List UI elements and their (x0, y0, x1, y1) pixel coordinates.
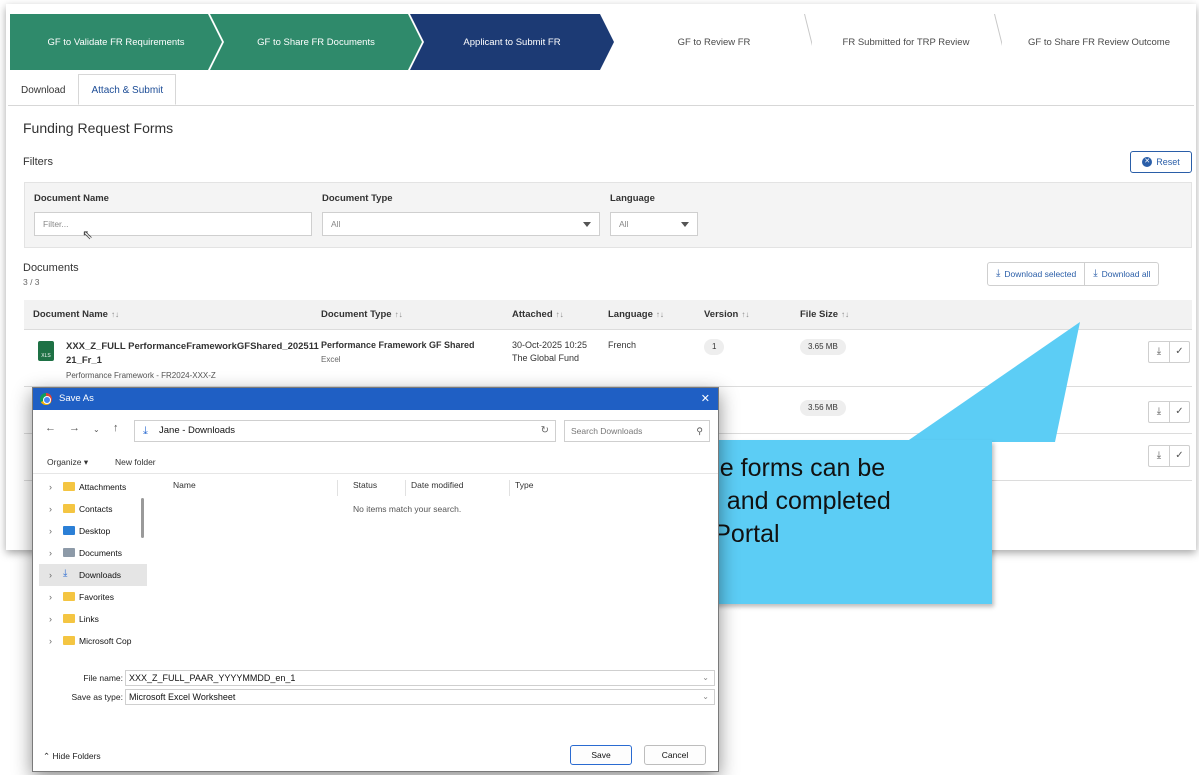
file-name-label: File name: (83, 673, 123, 683)
folder-item-links[interactable]: › Links (39, 608, 147, 630)
file-name-input[interactable]: XXX_Z_FULL_PAAR_YYYYMMDD_en_1 ⌄ (125, 670, 715, 686)
column-divider (337, 480, 338, 496)
back-arrow-icon[interactable]: ← (45, 422, 56, 434)
save-as-dialog: Save As ✕ ← → ⌄ ↑ ⤓ Jane - Downloads ↻ S… (32, 387, 719, 772)
column-name[interactable]: Name (173, 480, 196, 490)
recent-locations-icon[interactable]: ⌄ (93, 425, 100, 434)
folder-label: Microsoft Cop (79, 636, 132, 646)
file-name-value: XXX_Z_FULL_PAAR_YYYYMMDD_en_1 (129, 673, 296, 683)
documents-icon (63, 548, 75, 557)
forward-arrow-icon[interactable]: → (69, 422, 80, 434)
folder-item-desktop[interactable]: › Desktop (39, 520, 147, 542)
dialog-titlebar[interactable]: Save As ✕ (33, 388, 718, 410)
chevron-right-icon: › (49, 548, 52, 558)
save-type-label: Save as type: (71, 692, 123, 702)
column-divider (405, 480, 406, 496)
hide-folders-label: Hide Folders (52, 751, 101, 761)
folder-scrollbar[interactable] (141, 498, 144, 538)
dialog-title: Save As (59, 393, 94, 404)
app-root: GF to Validate FR Requirements GF to Sha… (0, 0, 1199, 775)
chevron-right-icon: › (49, 636, 52, 646)
dialog-navigation: ← → ⌄ ↑ ⤓ Jane - Downloads ↻ Search Down… (33, 418, 718, 444)
folder-label: Favorites (79, 592, 114, 602)
chevron-up-icon: ⌃ (43, 751, 51, 761)
folder-label: Downloads (79, 570, 122, 580)
hide-folders-button[interactable]: ⌃ Hide Folders (43, 751, 101, 762)
refresh-icon[interactable]: ↻ (541, 421, 549, 441)
folder-icon (63, 504, 75, 513)
search-placeholder: Search Downloads (571, 426, 643, 436)
folder-label: Attachments (79, 482, 127, 492)
chevron-right-icon: › (49, 570, 52, 580)
address-bar[interactable]: ⤓ Jane - Downloads ↻ (134, 420, 556, 442)
download-icon: ⤓ (143, 425, 148, 437)
search-input[interactable]: Search Downloads ⚲ (564, 420, 710, 442)
column-date-modified[interactable]: Date modified (411, 480, 463, 490)
up-arrow-icon[interactable]: ↑ (113, 422, 119, 434)
dialog-footer: ⌃ Hide Folders Save Cancel (33, 733, 718, 771)
chrome-icon (40, 393, 52, 405)
chevron-right-icon: › (49, 504, 52, 514)
chevron-right-icon: › (49, 614, 52, 624)
folder-icon (63, 636, 75, 645)
search-icon: ⚲ (696, 426, 703, 436)
download-icon: ⤓ (63, 568, 68, 579)
column-status[interactable]: Status (353, 480, 377, 490)
save-type-row: Save as type: Microsoft Excel Worksheet … (33, 689, 718, 707)
chevron-right-icon: › (49, 592, 52, 602)
column-type[interactable]: Type (515, 480, 533, 490)
desktop-icon (63, 526, 75, 535)
empty-list-message: No items match your search. (353, 504, 462, 514)
folder-icon (63, 614, 75, 623)
folder-item-favorites[interactable]: › Favorites (39, 586, 147, 608)
folder-label: Contacts (79, 504, 113, 514)
save-type-select[interactable]: Microsoft Excel Worksheet ⌄ (125, 689, 715, 705)
folder-item-microsoft-cop[interactable]: › Microsoft Cop (39, 630, 147, 652)
chevron-down-icon[interactable]: ⌄ (702, 671, 709, 685)
folder-tree: › Attachments › Contacts › Desktop › Documen… (39, 474, 147, 654)
save-type-value: Microsoft Excel Worksheet (129, 692, 236, 702)
organize-button[interactable]: Organize ▾ (47, 457, 88, 468)
close-icon[interactable]: ✕ (701, 388, 710, 410)
save-button[interactable]: Save (570, 745, 632, 765)
folder-item-contacts[interactable]: › Contacts (39, 498, 147, 520)
chevron-right-icon: › (49, 526, 52, 536)
folder-icon (63, 592, 75, 601)
new-folder-button[interactable]: New folder (115, 457, 156, 467)
file-list-header: Name Status Date modified Type (173, 480, 573, 496)
folder-label: Documents (79, 548, 122, 558)
chevron-down-icon[interactable]: ⌄ (702, 690, 709, 704)
address-path: Jane - Downloads (159, 425, 236, 436)
cancel-button[interactable]: Cancel (644, 745, 706, 765)
folder-label: Desktop (79, 526, 111, 536)
column-divider (509, 480, 510, 496)
folder-label: Links (79, 614, 99, 624)
dialog-toolbar: Organize ▾ New folder (33, 452, 718, 474)
folder-icon (63, 482, 75, 491)
file-name-row: File name: XXX_Z_FULL_PAAR_YYYYMMDD_en_1… (33, 670, 718, 688)
folder-item-downloads[interactable]: › ⤓ Downloads (39, 564, 147, 586)
folder-item-documents[interactable]: › Documents (39, 542, 147, 564)
folder-item-attachments[interactable]: › Attachments (39, 476, 147, 498)
chevron-right-icon: › (49, 482, 52, 492)
